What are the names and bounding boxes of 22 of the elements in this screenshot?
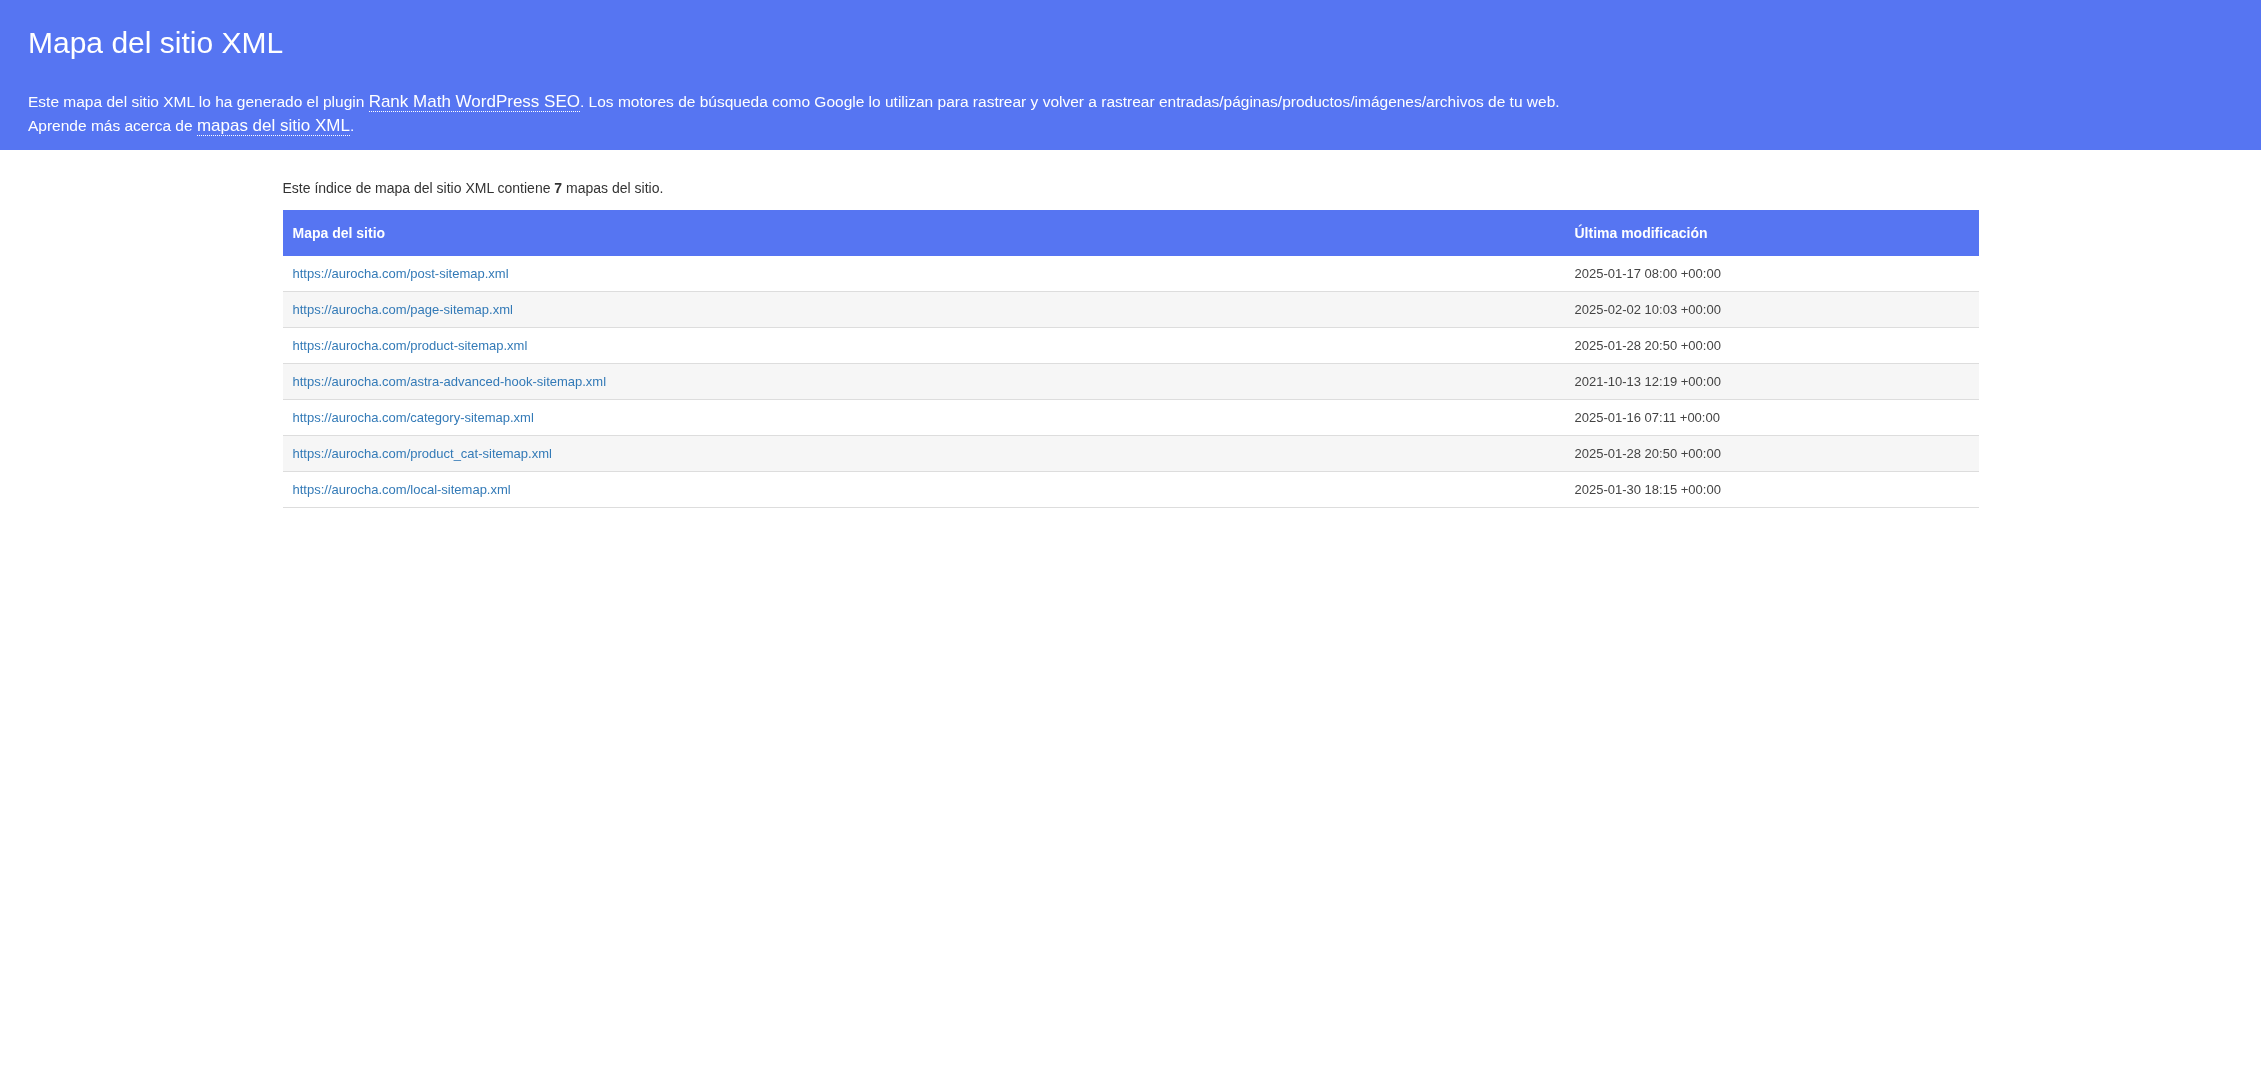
date-cell: 2021-10-13 12:19 +00:00 — [1564, 363, 1979, 400]
summary-text: Este índice de mapa del sitio XML contiene 7 mapas del sitio. — [282, 180, 665, 196]
description-text: Este mapa del sitio XML lo ha generado el plugin Rank Math WordPress SEO. Los motores de búsqueda como Google lo utilizan para rastrear y volver a rastrear entradas/páginas/productos/imágenes/archivos de tu web. — [28, 91, 1561, 114]
page-title: Mapa del sitio XML — [28, 26, 285, 60]
sitemap-link[interactable]: https://aurocha.com/local-sitemap.xml — [292, 482, 511, 497]
date-cell: 2025-02-02 10:03 +00:00 — [1564, 291, 1979, 328]
date-cell: 2025-01-30 18:15 +00:00 — [1564, 471, 1979, 508]
learn-more-text: Aprende más acerca de mapas del sitio XML. — [28, 115, 356, 138]
column-header: Mapa del sitio — [282, 210, 1565, 256]
date-cell: 2025-01-28 20:50 +00:00 — [1564, 327, 1979, 364]
sitemap-link[interactable]: https://aurocha.com/post-sitemap.xml — [292, 266, 509, 281]
sitemaps-info-link[interactable]: mapas del sitio XML — [196, 116, 350, 136]
plugin-link[interactable]: Rank Math WordPress SEO — [368, 92, 580, 112]
sitemap-link[interactable]: https://aurocha.com/astra-advanced-hook-sitemap.xml — [292, 374, 607, 389]
date-cell: 2025-01-28 20:50 +00:00 — [1564, 435, 1979, 472]
column-header: Última modificación — [1564, 210, 1979, 256]
date-cell: 2025-01-17 08:00 +00:00 — [1564, 256, 1979, 292]
date-cell: 2025-01-16 07:11 +00:00 — [1564, 399, 1979, 436]
sitemap-link[interactable]: https://aurocha.com/page-sitemap.xml — [292, 302, 513, 317]
sitemap-link[interactable]: https://aurocha.com/category-sitemap.xml — [292, 410, 534, 425]
sitemap-link[interactable]: https://aurocha.com/product_cat-sitemap.xml — [292, 446, 552, 461]
sitemap-link[interactable]: https://aurocha.com/product-sitemap.xml — [292, 338, 528, 353]
